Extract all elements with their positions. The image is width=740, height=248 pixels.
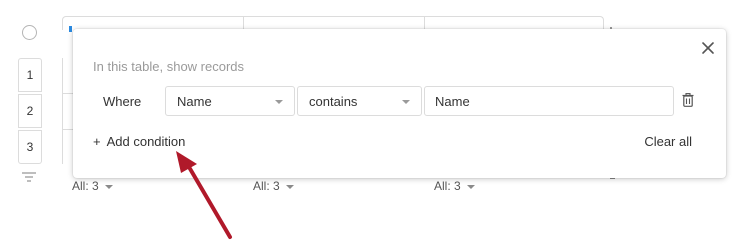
field-select[interactable]: Name <box>165 86 295 116</box>
trash-icon[interactable] <box>682 93 694 107</box>
row-number[interactable]: 3 <box>18 130 42 164</box>
column-aggregate[interactable]: All: 3 <box>253 179 294 193</box>
add-condition-button[interactable]: + Add condition <box>93 134 185 149</box>
row-settings-icon[interactable] <box>22 172 36 182</box>
app-canvas: 1 2 3 All: 3 All: 3 All: 3 In this table… <box>0 0 740 248</box>
field-select-value: Name <box>177 93 212 109</box>
aggregate-label: All: 3 <box>434 179 461 193</box>
aggregate-label: All: 3 <box>253 179 280 193</box>
chevron-down-icon <box>466 184 475 189</box>
column-header-row <box>62 16 604 31</box>
chevron-down-icon <box>402 100 410 104</box>
condition-value-input[interactable] <box>424 86 674 116</box>
where-label: Where <box>103 94 142 109</box>
chevron-down-icon <box>275 100 283 104</box>
row-number[interactable]: 2 <box>18 94 42 128</box>
select-all-radio[interactable] <box>22 25 37 40</box>
filter-popover: In this table, show records Where Name c… <box>73 29 726 178</box>
operator-select[interactable]: contains <box>297 86 422 116</box>
primary-column-marker <box>69 26 72 32</box>
column-aggregate[interactable]: All: 3 <box>72 179 113 193</box>
chevron-down-icon <box>104 184 113 189</box>
chevron-down-icon <box>285 184 294 189</box>
clear-all-button[interactable]: Clear all <box>644 134 692 149</box>
aggregate-label: All: 3 <box>72 179 99 193</box>
add-condition-label: Add condition <box>106 134 186 149</box>
column-aggregate[interactable]: All: 3 <box>434 179 475 193</box>
operator-select-value: contains <box>309 93 358 109</box>
plus-icon: + <box>93 134 101 149</box>
row-number[interactable]: 1 <box>18 58 42 92</box>
close-icon[interactable] <box>700 40 716 56</box>
filter-subtitle: In this table, show records <box>93 59 245 74</box>
